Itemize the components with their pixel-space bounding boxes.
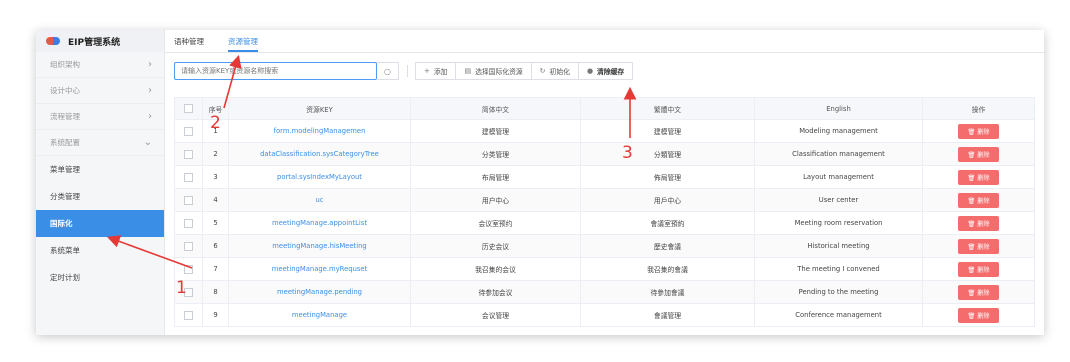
annotation-number-2: 2 [210,113,221,133]
annotation-number-3: 3 [622,143,633,163]
annotation-arrow-2 [223,54,242,109]
annotation-arrow-1 [106,235,193,269]
annotation-overlay [106,54,637,269]
annotation-number-1: 1 [176,278,187,298]
